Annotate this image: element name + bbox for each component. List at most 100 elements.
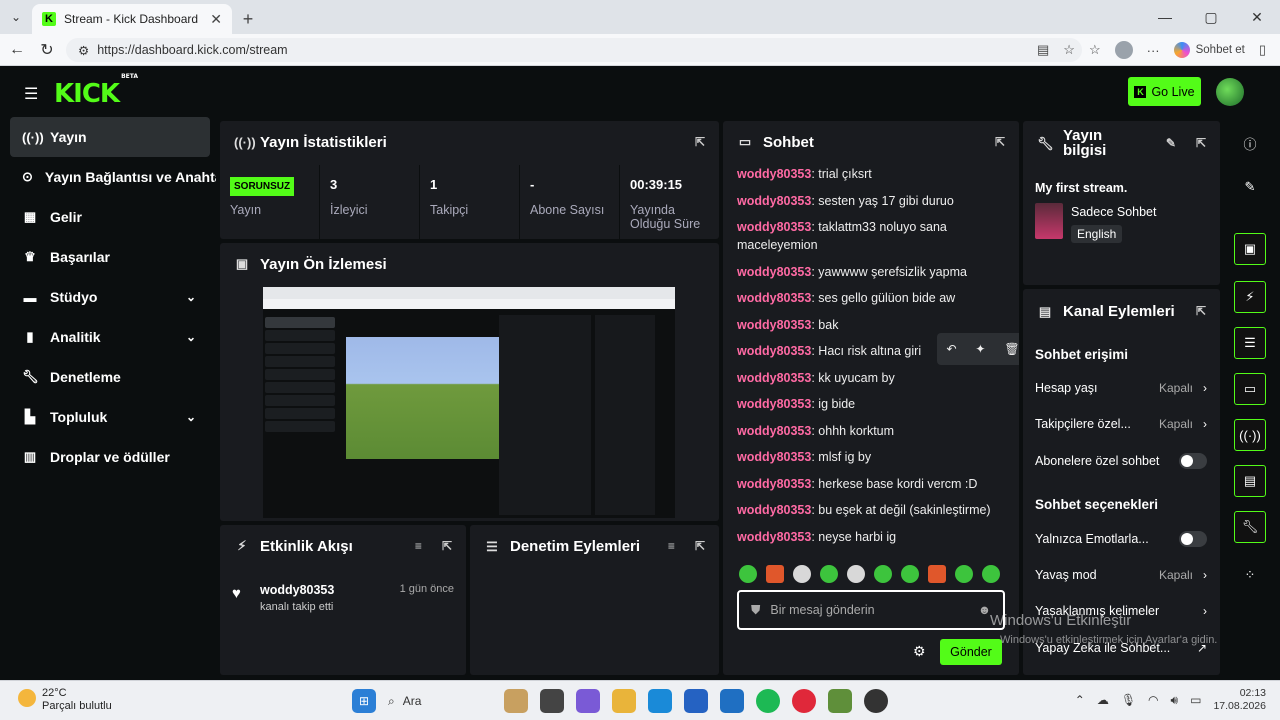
reload-icon[interactable]: ↻ xyxy=(32,40,62,60)
chat-username[interactable]: woddy80353 xyxy=(737,318,811,332)
emote-icon[interactable] xyxy=(739,565,757,583)
tray-chevron-icon[interactable]: ⌃ xyxy=(1075,693,1085,707)
chat-username[interactable]: woddy80353 xyxy=(737,424,811,438)
taskbar-search[interactable]: ⌕ Ara xyxy=(388,687,492,715)
chat-message[interactable]: woddy80353: herkese base kordi vercm :D xyxy=(737,475,1005,493)
chevron-down-icon[interactable]: ⌄ xyxy=(186,330,216,344)
chat-message[interactable]: woddy80353: sesten yaş 17 gibi duruo xyxy=(737,192,1005,210)
activity-user[interactable]: woddy80353 xyxy=(260,583,334,597)
kick-logo[interactable]: KICKBETA xyxy=(54,73,138,109)
timeout-icon[interactable]: ↶ xyxy=(946,340,956,358)
popout-icon[interactable]: ⇱ xyxy=(1196,136,1206,151)
browser-tab[interactable]: K Stream - Kick Dashboard ✕ xyxy=(32,4,232,34)
chat-message[interactable]: woddy80353: bak xyxy=(737,316,1005,334)
preview-toggle-icon[interactable]: ▣ xyxy=(1234,233,1266,265)
minimize-icon[interactable]: — xyxy=(1142,0,1188,34)
favorites-icon[interactable]: ☆ xyxy=(1089,42,1101,58)
chat-input[interactable]: ⛊ Bir mesaj gönderin ☻ xyxy=(737,590,1005,630)
emote-icon[interactable] xyxy=(928,565,946,583)
sidebar-item-revenue[interactable]: ▦ Gelir xyxy=(4,197,216,237)
photos-icon[interactable] xyxy=(576,689,600,713)
widgets-icon[interactable] xyxy=(504,689,528,713)
outlook-icon[interactable] xyxy=(720,689,744,713)
more-icon[interactable]: ··· xyxy=(1147,43,1160,58)
task-view-icon[interactable] xyxy=(540,689,564,713)
emote-icon[interactable] xyxy=(766,565,784,583)
popout-icon[interactable]: ⇱ xyxy=(995,135,1005,149)
edit-icon[interactable]: ✎ xyxy=(1234,171,1266,203)
chevron-down-icon[interactable]: ⌄ xyxy=(186,290,216,304)
edit-icon[interactable]: ✎ xyxy=(1166,136,1176,151)
chat-message[interactable]: woddy80353: ig bide xyxy=(737,395,1005,413)
close-tab-icon[interactable]: ✕ xyxy=(210,11,222,28)
user-avatar[interactable] xyxy=(1216,78,1244,106)
emotes-only-toggle[interactable] xyxy=(1179,531,1207,547)
chat-message[interactable]: woddy80353: taklattm33 noluyo sana macel… xyxy=(737,218,1005,254)
menu-icon[interactable]: ☰ xyxy=(24,84,38,104)
chat-username[interactable]: woddy80353 xyxy=(737,291,811,305)
broadcast-icon[interactable]: ((·)) xyxy=(1234,419,1266,451)
maximize-icon[interactable]: ▢ xyxy=(1188,0,1234,34)
weather-widget[interactable]: 22°C Parçalı bulutlu xyxy=(18,687,112,713)
chat-message[interactable]: woddy80353: kk uyucam by xyxy=(737,369,1005,387)
slow-mode-row[interactable]: Yavaş mod Kapalı › xyxy=(1035,568,1207,582)
chat-message[interactable]: woddy80353: neyse harbi ig xyxy=(737,528,1005,546)
chevron-down-icon[interactable]: ⌄ xyxy=(186,410,216,424)
channel-icon[interactable]: ▤ xyxy=(1234,465,1266,497)
popout-icon[interactable]: ⇱ xyxy=(695,539,705,554)
filter-icon[interactable]: ≡ xyxy=(668,539,675,554)
subs-only-toggle[interactable] xyxy=(1179,453,1207,469)
back-icon[interactable]: ← xyxy=(2,41,32,59)
copilot-button[interactable]: Sohbet et xyxy=(1173,42,1245,58)
sidebar-item-studio[interactable]: ▬ Stüdyo ⌄ xyxy=(4,277,216,317)
chat-username[interactable]: woddy80353 xyxy=(737,503,811,517)
list-icon[interactable]: ☰ xyxy=(1234,327,1266,359)
emote-icon[interactable] xyxy=(793,565,811,583)
wrench-icon[interactable]: 🔧︎ xyxy=(1234,511,1266,543)
volume-icon[interactable]: 🔊︎ xyxy=(1171,693,1179,708)
chat-username[interactable]: woddy80353 xyxy=(737,265,811,279)
chat-username[interactable]: woddy80353 xyxy=(737,371,811,385)
cloud-icon[interactable]: ☁ xyxy=(1097,693,1109,707)
tab-list-icon[interactable]: ⌄ xyxy=(0,0,32,34)
popout-icon[interactable]: ⇱ xyxy=(695,135,705,149)
stream-preview-video[interactable] xyxy=(263,287,675,518)
emote-icon[interactable] xyxy=(847,565,865,583)
sidebar-item-achievements[interactable]: ♛ Başarılar xyxy=(4,237,216,277)
minecraft-icon[interactable] xyxy=(828,689,852,713)
store-icon[interactable] xyxy=(684,689,708,713)
chat-username[interactable]: woddy80353 xyxy=(737,477,811,491)
chat-message[interactable]: woddy80353: mlsf ig by xyxy=(737,448,1005,466)
chat-username[interactable]: woddy80353 xyxy=(737,167,811,181)
account-age-row[interactable]: Hesap yaşı Kapalı › xyxy=(1035,381,1207,395)
chat-message[interactable]: woddy80353: ses gello gülüon bide aw xyxy=(737,289,1005,307)
emote-icon[interactable] xyxy=(901,565,919,583)
chat-message[interactable]: woddy80353: ohhh korktum xyxy=(737,422,1005,440)
chat-message[interactable]: woddy80353: yawwww şerefsizlik yapma xyxy=(737,263,1005,281)
lightning-icon[interactable]: ⚡︎ xyxy=(1234,281,1266,313)
chat-message[interactable]: woddy80353: bu eşek at değil (sakinleşti… xyxy=(737,501,1005,519)
sidebar-toggle-icon[interactable]: ▯ xyxy=(1259,42,1266,58)
info-icon[interactable]: ⓘ xyxy=(1234,127,1266,159)
sidebar-item-drops[interactable]: ▥ Droplar ve ödüller xyxy=(4,437,216,477)
send-button[interactable]: Gönder xyxy=(940,639,1002,665)
sidebar-item-moderation[interactable]: 🔧︎ Denetleme xyxy=(4,357,216,397)
pin-icon[interactable]: ✦ xyxy=(975,340,985,358)
sidebar-item-analytics[interactable]: ▮ Analitik ⌄ xyxy=(4,317,216,357)
file-explorer-icon[interactable] xyxy=(612,689,636,713)
profile-icon[interactable] xyxy=(1114,41,1133,59)
spotify-icon[interactable] xyxy=(756,689,780,713)
sidebar-item-community[interactable]: ▙ Topluluk ⌄ xyxy=(4,397,216,437)
gear-icon[interactable]: ⚙ xyxy=(913,643,926,660)
go-live-button[interactable]: K Go Live xyxy=(1128,77,1201,106)
popout-icon[interactable]: ⇱ xyxy=(442,539,452,553)
chat-username[interactable]: woddy80353 xyxy=(737,450,811,464)
obs-icon[interactable] xyxy=(864,689,888,713)
emote-icon[interactable] xyxy=(955,565,973,583)
reader-icon[interactable]: ▤ xyxy=(1037,42,1049,58)
chat-username[interactable]: woddy80353 xyxy=(737,397,811,411)
opera-icon[interactable] xyxy=(792,689,816,713)
wifi-icon[interactable]: ◠ xyxy=(1148,693,1158,707)
chat-username[interactable]: woddy80353 xyxy=(737,344,811,358)
popout-icon[interactable]: ⇱ xyxy=(1196,304,1206,319)
